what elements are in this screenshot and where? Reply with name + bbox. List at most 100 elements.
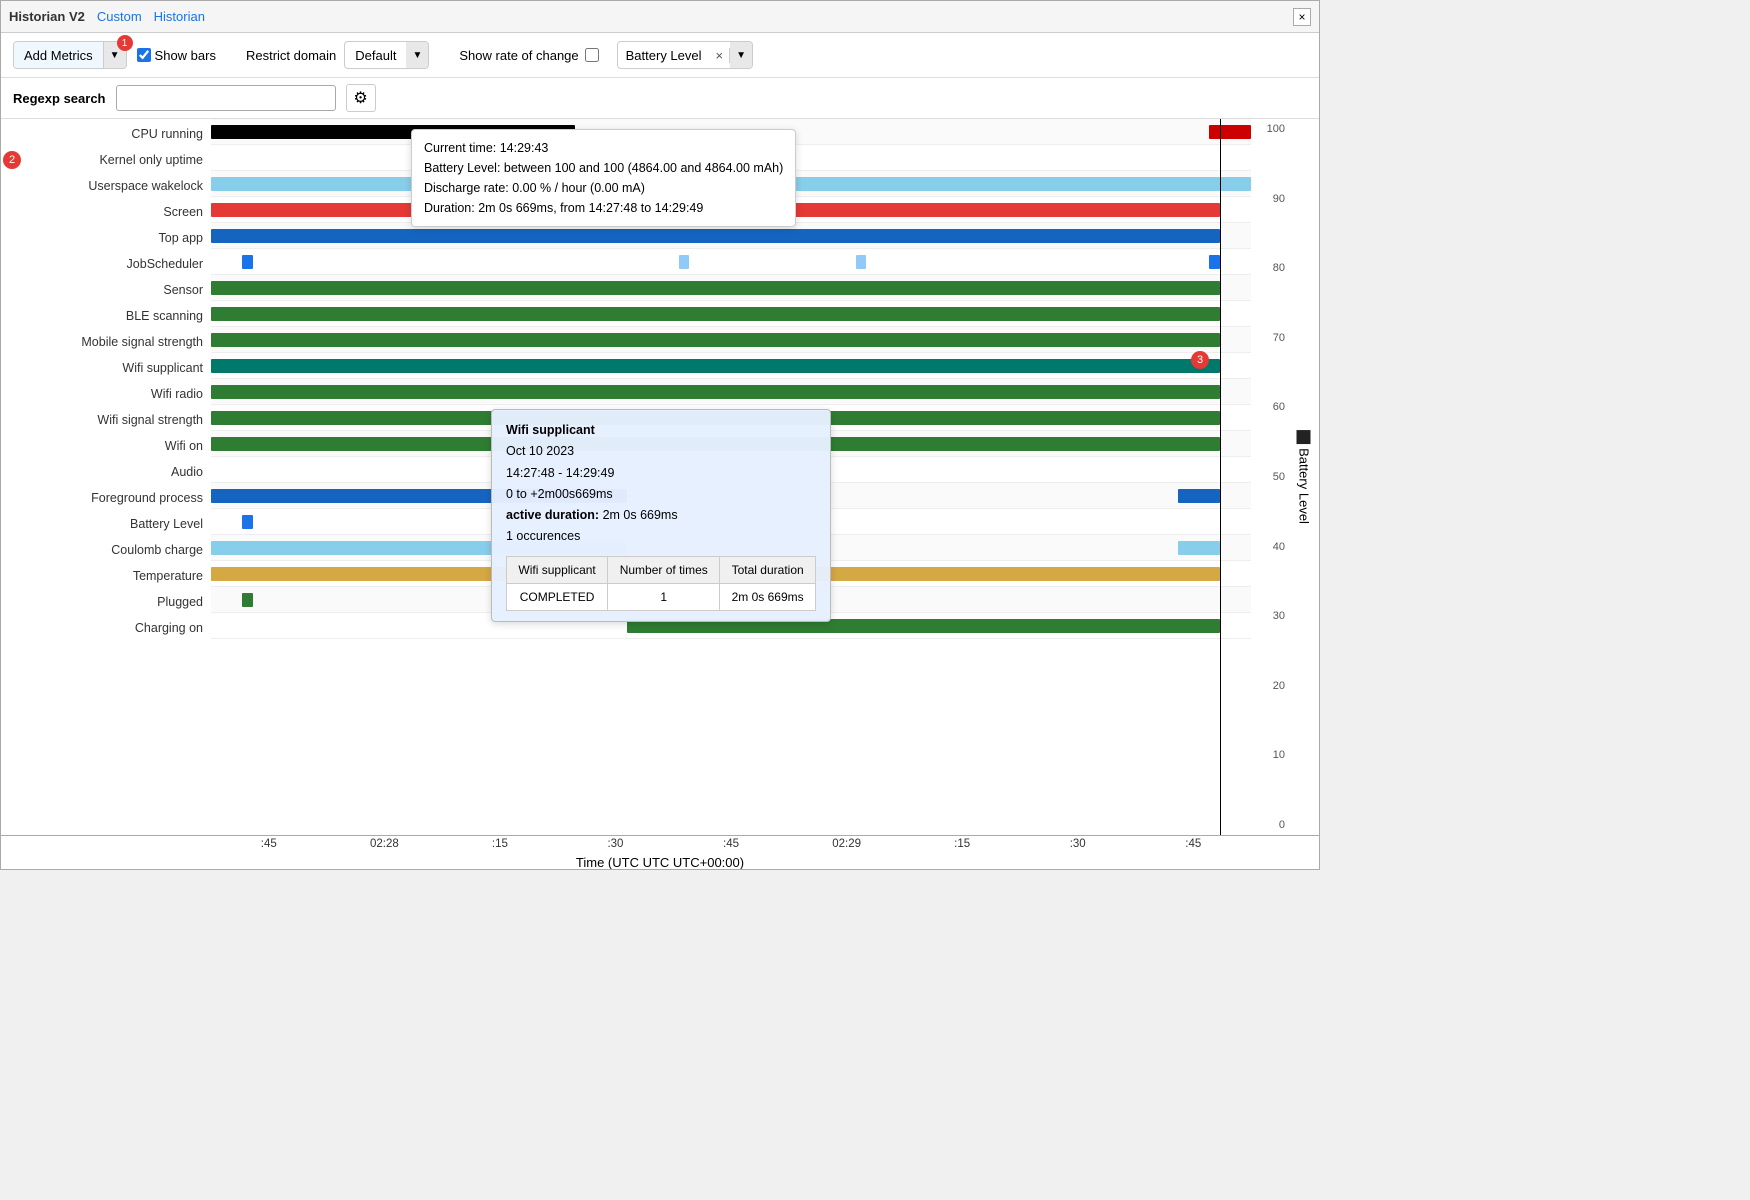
toolbar-2: Regexp search ⚙ [1, 78, 1319, 119]
bar [211, 229, 1220, 243]
bar [211, 333, 1220, 347]
y-label: 0 [1255, 819, 1285, 831]
bar [242, 515, 252, 529]
tooltip2-td-0: COMPLETED [507, 583, 608, 610]
tooltip2-date: Oct 10 2023 [506, 441, 816, 462]
tooltip2-range: 0 to +2m00s669ms [506, 484, 816, 505]
show-bars-group: Show bars [137, 48, 216, 63]
chart-row [211, 327, 1251, 353]
tooltip1-line3: Discharge rate: 0.00 % / hour (0.00 mA) [424, 178, 783, 198]
tooltip2-th-1: Number of times [608, 556, 720, 583]
row-label-wifi-on: Wifi on [1, 433, 211, 459]
chart-row [211, 353, 1251, 379]
rate-change-label: Show rate of change [459, 48, 578, 63]
bar [242, 255, 252, 269]
toolbar-1: Add Metrics ▼ 1 Show bars Restrict domai… [1, 33, 1319, 78]
restrict-domain-label: Restrict domain [246, 48, 336, 63]
gear-button[interactable]: ⚙ [346, 84, 376, 112]
regexp-input[interactable] [116, 85, 336, 111]
y-label: 20 [1255, 680, 1285, 692]
side-legend-label: Battery Level [1297, 448, 1312, 524]
bar [1178, 489, 1220, 503]
tab-custom[interactable]: Custom [97, 9, 142, 24]
x-label: :45 [1136, 836, 1252, 852]
tooltip2-active-label: active duration: [506, 508, 599, 522]
x-label: 02:28 [327, 836, 443, 852]
y-label: 90 [1255, 193, 1285, 205]
y-label: 50 [1255, 471, 1285, 483]
tooltip2-title: Wifi supplicant [506, 420, 816, 441]
chart-row [211, 275, 1251, 301]
y-label: 60 [1255, 401, 1285, 413]
chart-row [211, 379, 1251, 405]
y-label: 40 [1255, 541, 1285, 553]
bar [1209, 255, 1219, 269]
battery-tag-dropdown[interactable]: ▼ [730, 42, 752, 68]
y-axis: 1009080706050403020100 [1251, 119, 1289, 835]
x-label: :30 [558, 836, 674, 852]
vertical-line [1220, 119, 1221, 835]
row-label-wifi-radio: Wifi radio [1, 381, 211, 407]
badge-3: 3 [1191, 351, 1209, 369]
x-label: 02:29 [789, 836, 905, 852]
row-label-jobscheduler: JobScheduler [1, 251, 211, 277]
bar [679, 255, 689, 269]
close-button[interactable]: × [1293, 8, 1311, 26]
chart-row [211, 301, 1251, 327]
bar [242, 593, 252, 607]
row-label-sensor: Sensor [1, 277, 211, 303]
tooltip2-time: 14:27:48 - 14:29:49 [506, 463, 816, 484]
x-label: :45 [673, 836, 789, 852]
tooltip-wifi-supplicant: Wifi supplicant Oct 10 2023 14:27:48 - 1… [491, 409, 831, 622]
tooltip2-th-0: Wifi supplicant [507, 556, 608, 583]
rate-change-checkbox[interactable] [585, 48, 599, 62]
tooltip2-active-line: active duration: 2m 0s 669ms [506, 505, 816, 526]
y-label: 70 [1255, 332, 1285, 344]
x-label: :45 [211, 836, 327, 852]
tooltip2-table: Wifi supplicant Number of times Total du… [506, 556, 816, 612]
add-metrics-badge: 1 [117, 35, 133, 51]
domain-value: Default [345, 48, 406, 63]
tooltip2-th-2: Total duration [720, 556, 816, 583]
bar [211, 281, 1220, 295]
add-metrics-wrapper: Add Metrics ▼ 1 [13, 41, 127, 69]
bar [1209, 125, 1251, 139]
row-label-plugged: Plugged [1, 589, 211, 615]
row-label-mobile-signal-strength: Mobile signal strength [1, 329, 211, 355]
x-axis-labels: :4502:28:15:30:4502:29:15:30:45 [1, 835, 1319, 852]
bar [211, 359, 1220, 373]
row-label-battery-level: Battery Level [1, 511, 211, 537]
x-label: :15 [904, 836, 1020, 852]
row-label-top-app: Top app [1, 225, 211, 251]
x-axis-area: :4502:28:15:30:4502:29:15:30:45 Time (UT… [1, 835, 1319, 870]
y-label: 10 [1255, 749, 1285, 761]
badge-2: 2 [3, 151, 21, 169]
x-label: :30 [1020, 836, 1136, 852]
row-label-cpu-running: CPU running [1, 121, 211, 147]
domain-select[interactable]: Default ▼ [344, 41, 429, 69]
side-legend: Battery Level [1297, 430, 1312, 524]
show-bars-label: Show bars [155, 48, 216, 63]
main-window: Historian V2 Custom Historian × Add Metr… [0, 0, 1320, 870]
row-label-charging-on: Charging on [1, 615, 211, 641]
chart-row [211, 249, 1251, 275]
y-label: 80 [1255, 262, 1285, 274]
app-title: Historian V2 [9, 9, 85, 24]
tooltip1-line1: Current time: 14:29:43 [424, 138, 783, 158]
battery-tag: Battery Level × ▼ [617, 41, 753, 69]
domain-dropdown-arrow[interactable]: ▼ [406, 42, 428, 68]
tooltip2-active-value: 2m 0s 669ms [603, 508, 678, 522]
row-label-ble-scanning: BLE scanning [1, 303, 211, 329]
show-bars-checkbox[interactable] [137, 48, 151, 62]
tab-historian[interactable]: Historian [154, 9, 205, 24]
side-legend-area: Battery Level [1289, 119, 1319, 835]
battery-tag-close[interactable]: × [710, 48, 731, 63]
row-label-audio: Audio [1, 459, 211, 485]
x-axis-title: Time (UTC UTC UTC+00:00) [1, 852, 1319, 870]
add-metrics-label: Add Metrics [14, 42, 104, 68]
bar [211, 385, 1220, 399]
tooltip1-line2: Battery Level: between 100 and 100 (4864… [424, 158, 783, 178]
battery-tag-label: Battery Level [618, 48, 710, 63]
add-metrics-button[interactable]: Add Metrics ▼ [13, 41, 127, 69]
x-label: :15 [442, 836, 558, 852]
